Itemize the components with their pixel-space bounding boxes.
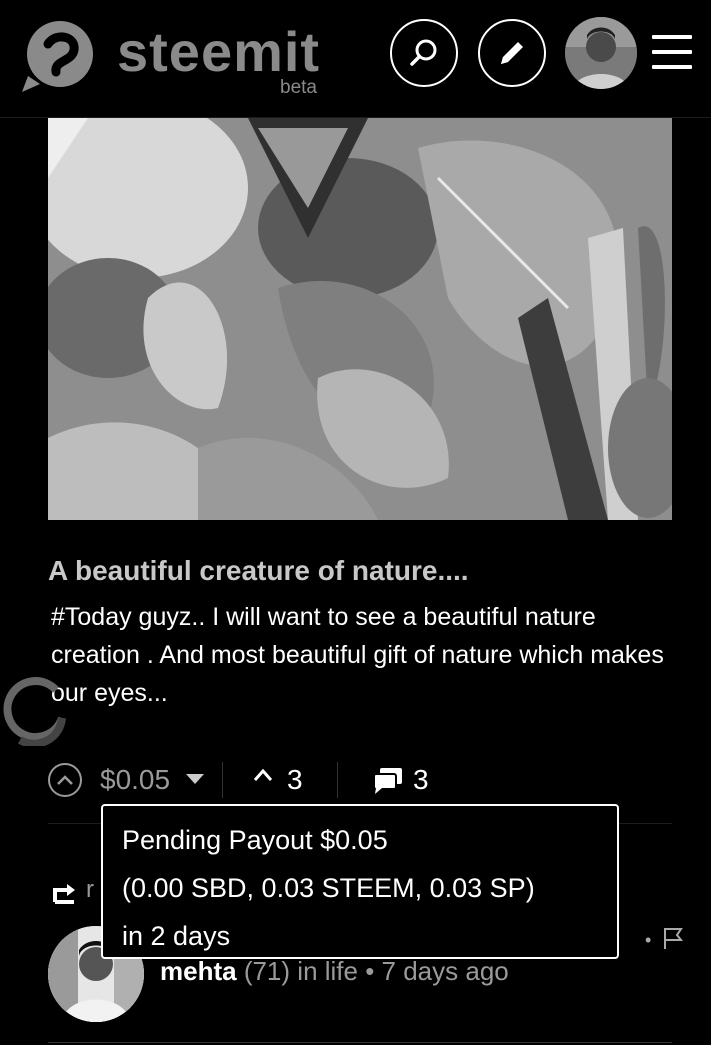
chevron-up-icon (253, 768, 273, 781)
tooltip-payout-time: in 2 days (122, 921, 231, 951)
resteem-icon[interactable] (52, 880, 78, 906)
search-button[interactable] (390, 19, 458, 87)
author-name[interactable]: mehta (160, 956, 237, 986)
upvote-button[interactable] (48, 763, 82, 797)
post-meta[interactable]: in life • 7 days ago (290, 956, 508, 986)
hamburger-menu-icon[interactable] (652, 35, 692, 71)
pencil-icon (501, 42, 523, 64)
chevron-up-icon (57, 775, 73, 785)
separator-dot-icon: • (645, 930, 652, 950)
tooltip-pending-payout: Pending Payout $0.05 (122, 825, 388, 855)
write-post-button[interactable] (478, 19, 546, 87)
post-actions-bar: $0.05 3 3 (48, 758, 672, 802)
divider (48, 1042, 672, 1043)
loading-spinner-icon (3, 677, 66, 746)
search-icon (410, 39, 437, 66)
actions-divider (337, 762, 338, 798)
comments-icon[interactable] (371, 765, 405, 795)
pending-payout-value[interactable]: $0.05 (100, 763, 170, 797)
vote-count[interactable]: 3 (287, 763, 303, 797)
comment-count[interactable]: 3 (413, 763, 429, 797)
payout-dropdown-caret-icon[interactable] (186, 774, 204, 784)
post-title[interactable]: A beautiful creature of nature.... (48, 553, 672, 589)
resteem-label: r (86, 876, 94, 903)
steemit-logo-icon[interactable] (18, 14, 98, 94)
post-excerpt[interactable]: #Today guyz.. I will want to see a beaut… (51, 598, 671, 712)
top-nav-header: steemit beta (0, 0, 711, 118)
logo-beta-label: beta (280, 77, 317, 98)
flag-icon[interactable] (662, 926, 684, 950)
user-avatar[interactable] (565, 17, 637, 89)
author-reputation: (71) (243, 956, 291, 986)
post-thumbnail-image[interactable] (48, 118, 672, 520)
actions-divider (222, 762, 223, 798)
payout-tooltip: Pending Payout $0.05 (0.00 SBD, 0.03 STE… (101, 804, 619, 959)
tooltip-payout-breakdown: (0.00 SBD, 0.03 STEEM, 0.03 SP) (122, 873, 535, 903)
logo-wordmark[interactable]: steemit (117, 20, 320, 84)
